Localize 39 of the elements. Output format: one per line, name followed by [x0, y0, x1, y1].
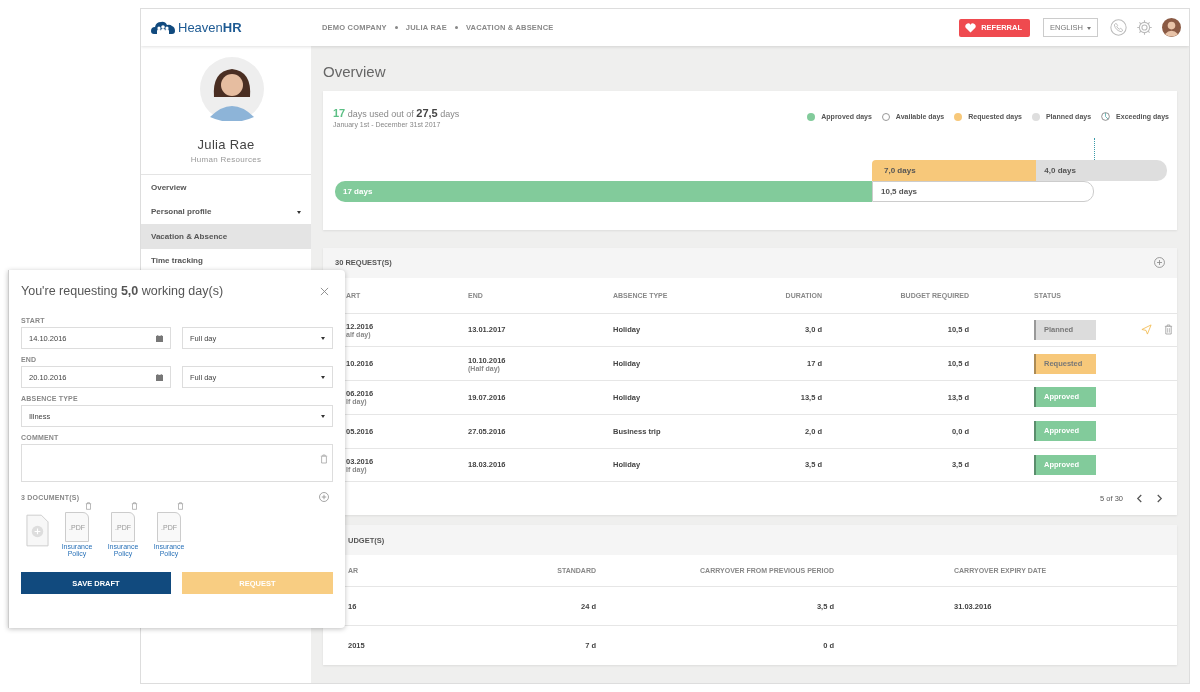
bar-segment: 4,0 days — [1036, 160, 1167, 181]
sidebar-item[interactable]: Time tracking — [141, 248, 311, 273]
calendar-icon[interactable] — [156, 373, 163, 381]
send-icon[interactable] — [1141, 324, 1152, 336]
breadcrumb-separator-icon — [454, 26, 458, 29]
close-icon[interactable] — [320, 286, 329, 296]
bar-segment: 7,0 days — [872, 160, 1037, 181]
exceeding-icon — [1101, 112, 1111, 121]
breadcrumb-separator-icon — [394, 26, 398, 29]
trash-icon[interactable] — [131, 502, 138, 510]
trash-icon[interactable] — [1164, 324, 1173, 336]
logo-text[interactable]: HeavenHR — [178, 20, 242, 35]
limit-line — [1093, 138, 1095, 160]
page-title: Overview — [323, 63, 387, 82]
phone-icon[interactable] — [1110, 19, 1127, 36]
sidebar-item[interactable]: Personal profile — [141, 199, 311, 224]
dialog-title: You're requesting 5,0 working day(s) — [21, 284, 224, 298]
add-icon[interactable] — [319, 492, 329, 502]
comment-field[interactable] — [21, 444, 333, 482]
calendar-icon[interactable] — [156, 334, 163, 342]
heart-icon — [965, 22, 977, 33]
trash-icon[interactable] — [85, 502, 92, 510]
avatar-icon[interactable] — [1162, 18, 1181, 37]
sidebar-item[interactable]: Vacation & Absence — [141, 224, 311, 249]
logo-icon — [151, 20, 175, 35]
settings-icon[interactable] — [1136, 19, 1153, 36]
profile-name: Julia Rae — [197, 137, 255, 152]
trash-icon[interactable] — [320, 454, 328, 464]
previous-icon[interactable] — [1136, 494, 1143, 504]
add-icon[interactable] — [1154, 257, 1165, 269]
profile-avatar-icon — [200, 57, 264, 121]
next-icon[interactable] — [1156, 494, 1163, 504]
sidebar-item[interactable]: Overview — [141, 175, 311, 200]
add-document-icon[interactable] — [26, 514, 49, 547]
bar-segment: 10,5 days — [872, 181, 1094, 202]
trash-icon[interactable] — [177, 502, 184, 510]
profile-role: Human Resources — [190, 155, 262, 164]
days-used-summary: 17 days used out of 27,5 days — [333, 107, 460, 119]
bar-segment: 17 days — [335, 181, 872, 202]
